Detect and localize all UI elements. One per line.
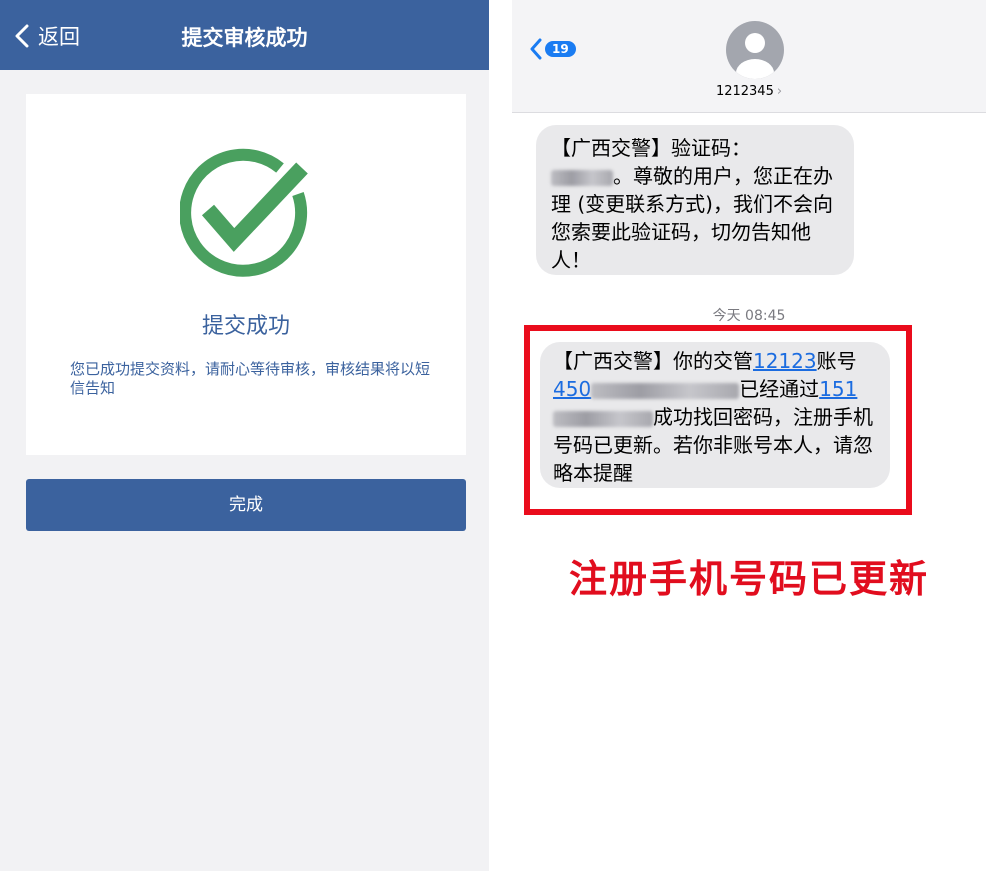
timestamp-day: 今天	[712, 308, 741, 324]
result-card: 提交成功 您已成功提交资料，请耐心等待审核，审核结果将以短信告知	[26, 94, 466, 455]
chevron-left-icon	[530, 38, 542, 60]
annotation-caption: 注册手机号码已更新	[568, 556, 929, 601]
sms-conversation: 19 1212345 › 【广西交警】验证码： 。尊敬的用户，您正在办理 (变更联系…	[512, 0, 986, 871]
message-text: 验证码：	[671, 136, 751, 160]
redacted-code	[551, 169, 613, 186]
contact-number[interactable]: 1212345 ›	[512, 84, 986, 99]
timestamp-time: 08:45	[745, 308, 786, 324]
message-timestamp: 今天 08:45	[512, 305, 986, 325]
message-sender-tag: 【广西交警】	[551, 136, 671, 160]
conversation-header: 19 1212345 ›	[512, 0, 986, 113]
messages-back-button[interactable]: 19	[530, 38, 576, 60]
done-button[interactable]: 完成	[26, 479, 466, 531]
check-circle-icon	[180, 148, 308, 277]
chevron-right-icon: ›	[776, 84, 783, 99]
submit-success-screen: 返回 提交审核成功 提交成功 您已成功提交资料，请耐心等待审核，审核结果将以短信…	[0, 0, 489, 871]
highlight-box	[524, 325, 912, 515]
page-title: 提交审核成功	[181, 26, 308, 50]
result-title: 提交成功	[201, 314, 290, 339]
message-bubble[interactable]: 【广西交警】验证码： 。尊敬的用户，您正在办理 (变更联系方式)，我们不会向您索要…	[536, 125, 854, 275]
result-description: 您已成功提交资料，请耐心等待审核，审核结果将以短信告知	[70, 360, 431, 397]
contact-number-text: 1212345	[715, 84, 774, 99]
top-nav-bar: 返回 提交审核成功	[0, 0, 489, 70]
person-avatar-icon[interactable]	[726, 21, 784, 79]
unread-count-badge: 19	[545, 41, 576, 57]
